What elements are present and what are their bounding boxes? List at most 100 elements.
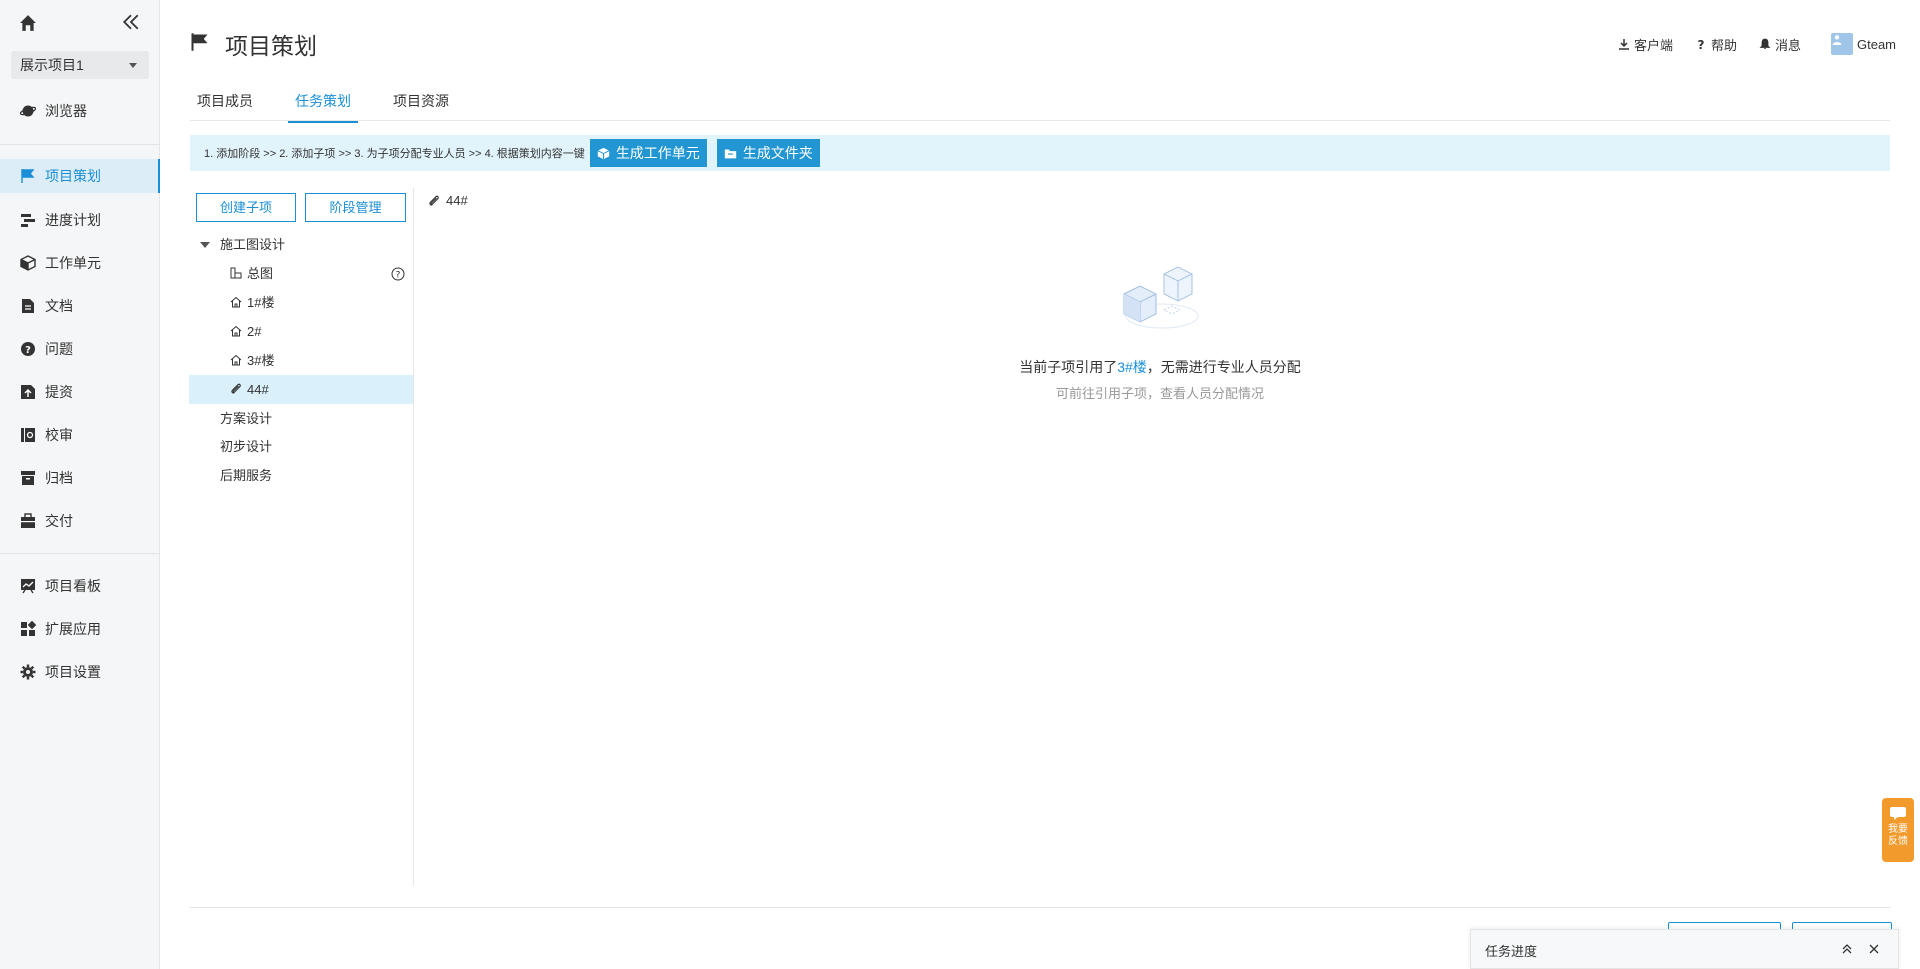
messages-link[interactable]: 消息 bbox=[1759, 35, 1801, 54]
generate-folder-label: 生成文件夹 bbox=[742, 145, 813, 161]
tab-bar: 项目成员 任务策划 项目资源 bbox=[190, 86, 484, 123]
sidebar-item-label: 浏览器 bbox=[45, 103, 87, 119]
task-progress-panel[interactable]: 任务进度 bbox=[1470, 929, 1899, 969]
flag-icon bbox=[191, 33, 208, 51]
sidebar-item-label: 校审 bbox=[45, 427, 73, 443]
tree-item-label: 1#楼 bbox=[247, 295, 275, 310]
project-select[interactable]: 展示项目1 bbox=[11, 51, 149, 79]
apps-icon bbox=[21, 621, 36, 636]
cube-icon bbox=[20, 255, 36, 271]
question-mark-icon: ? bbox=[1697, 38, 1704, 50]
crumb-label: 44# bbox=[446, 193, 468, 208]
sidebar-item-label: 项目设置 bbox=[45, 664, 101, 680]
help-label: 帮助 bbox=[1710, 37, 1737, 53]
sidebar-item-label: 扩展应用 bbox=[45, 621, 101, 637]
chevron-down-icon bbox=[129, 63, 137, 68]
close-icon[interactable] bbox=[1868, 943, 1880, 955]
sidebar-item-schedule[interactable]: 进度计划 bbox=[0, 203, 160, 237]
help-circle-icon[interactable]: ? bbox=[391, 267, 405, 281]
sidebar-item-browser[interactable]: 浏览器 bbox=[0, 94, 160, 128]
bell-icon bbox=[1759, 38, 1771, 49]
tree-stage-post-service[interactable]: 后期服务 bbox=[220, 461, 272, 490]
sidebar-item-project-planning[interactable]: 项目策划 bbox=[0, 159, 160, 193]
tree-item-label: 总图 bbox=[247, 266, 274, 281]
briefcase-icon bbox=[21, 513, 35, 528]
stage-management-button[interactable]: 阶段管理 bbox=[305, 193, 406, 222]
user-menu[interactable]: Gteam bbox=[1830, 33, 1896, 55]
project-select-value: 展示项目1 bbox=[20, 57, 84, 73]
sidebar-item-work-unit[interactable]: 工作单元 bbox=[0, 246, 160, 280]
dashboard-icon bbox=[21, 579, 35, 594]
caret-down-icon[interactable] bbox=[200, 242, 210, 248]
referenced-subitem-link[interactable]: 3#楼 bbox=[1117, 359, 1147, 375]
sidebar-item-label: 工作单元 bbox=[45, 255, 101, 271]
tree-item-general-plan[interactable]: 总图 bbox=[230, 259, 410, 288]
current-subitem-crumb: 44# bbox=[428, 193, 468, 208]
cube-icon bbox=[597, 147, 610, 159]
double-chevron-up-icon[interactable] bbox=[1841, 943, 1853, 955]
user-name: Gteam bbox=[1856, 36, 1896, 52]
sidebar-item-documents[interactable]: 文档 bbox=[0, 289, 160, 323]
archive-icon bbox=[21, 471, 35, 485]
sidebar: 展示项目1 浏览器 项目策划 进度计划 工作单元 文档 ? 问题 提资 校审 归… bbox=[0, 0, 160, 969]
client-label: 客户端 bbox=[1633, 37, 1673, 53]
collapse-double-chevron-icon[interactable] bbox=[122, 13, 140, 31]
tree-stage-construction[interactable]: 施工图设计 bbox=[220, 230, 285, 259]
top-links: 客户端 ? 帮助 消息 Gteam bbox=[1596, 33, 1896, 55]
house-icon bbox=[230, 325, 242, 337]
sidebar-item-label: 交付 bbox=[45, 513, 73, 529]
sidebar-item-review[interactable]: 校审 bbox=[0, 418, 160, 452]
steps-text: 1. 添加阶段 >> 2. 添加子项 >> 3. 为子项分配专业人员 >> 4.… bbox=[204, 148, 585, 160]
tree-item-building-1[interactable]: 1#楼 bbox=[230, 288, 274, 317]
tab-project-resources[interactable]: 项目资源 bbox=[386, 86, 456, 123]
paperclip-icon bbox=[429, 195, 439, 205]
flag-icon bbox=[21, 169, 35, 183]
sidebar-item-label: 项目看板 bbox=[45, 578, 101, 594]
tab-task-planning[interactable]: 任务策划 bbox=[288, 86, 358, 123]
task-progress-label: 任务进度 bbox=[1485, 944, 1538, 959]
sidebar-divider bbox=[0, 553, 160, 554]
tree-item-label: 2# bbox=[247, 324, 262, 339]
sidebar-item-archive[interactable]: 归档 bbox=[0, 461, 160, 495]
svg-text:?: ? bbox=[25, 345, 31, 356]
home-icon[interactable] bbox=[19, 14, 37, 32]
svg-text:?: ? bbox=[1697, 38, 1704, 50]
feedback-float-button[interactable]: 我要 反馈 bbox=[1882, 798, 1914, 862]
sidebar-item-label: 归档 bbox=[45, 470, 73, 486]
messages-label: 消息 bbox=[1774, 37, 1801, 53]
sidebar-item-apps[interactable]: 扩展应用 bbox=[0, 612, 160, 646]
house-icon bbox=[230, 296, 242, 308]
generate-work-unit-label: 生成工作单元 bbox=[615, 145, 700, 161]
generate-folder-button[interactable]: 生成文件夹 bbox=[716, 139, 820, 167]
empty-state-message: 当前子项引用了3#楼，无需进行专业人员分配 bbox=[0, 357, 1920, 377]
tree-item-building-2[interactable]: 2# bbox=[230, 317, 261, 346]
download-icon bbox=[1618, 39, 1629, 50]
folder-icon bbox=[724, 148, 736, 158]
empty-boxes-illustration bbox=[1123, 266, 1199, 329]
create-subitem-button[interactable]: 创建子项 bbox=[196, 193, 296, 222]
sidebar-item-label: 进度计划 bbox=[45, 212, 101, 228]
feedback-line1: 我要 bbox=[1888, 824, 1908, 835]
sidebar-item-delivery[interactable]: 交付 bbox=[0, 504, 160, 538]
svg-text:?: ? bbox=[396, 271, 401, 281]
sidebar-item-label: 文档 bbox=[45, 298, 73, 314]
tree-stage-preliminary[interactable]: 初步设计 bbox=[220, 432, 272, 461]
sidebar-item-settings[interactable]: 项目设置 bbox=[0, 655, 160, 689]
client-download-link[interactable]: 客户端 bbox=[1618, 35, 1673, 54]
site-plan-icon bbox=[230, 267, 242, 279]
tree-divider bbox=[413, 188, 414, 885]
steps-banner: 1. 添加阶段 >> 2. 添加子项 >> 3. 为子项分配专业人员 >> 4.… bbox=[190, 135, 1890, 171]
planet-icon bbox=[20, 105, 36, 117]
tab-project-members[interactable]: 项目成员 bbox=[190, 86, 260, 123]
document-icon bbox=[22, 299, 34, 313]
avatar bbox=[1830, 33, 1853, 55]
generate-work-unit-button[interactable]: 生成工作单元 bbox=[589, 139, 707, 167]
help-link[interactable]: ? 帮助 bbox=[1695, 35, 1737, 54]
feedback-line2: 反馈 bbox=[1888, 836, 1908, 847]
gantt-icon bbox=[21, 214, 35, 227]
tree-stage-scheme[interactable]: 方案设计 bbox=[220, 404, 272, 433]
sidebar-item-label: 问题 bbox=[45, 341, 73, 357]
sidebar-item-dashboard[interactable]: 项目看板 bbox=[0, 569, 160, 603]
page-title: 项目策划 bbox=[225, 33, 317, 59]
empty-msg-prefix: 当前子项引用了 bbox=[1019, 359, 1118, 375]
